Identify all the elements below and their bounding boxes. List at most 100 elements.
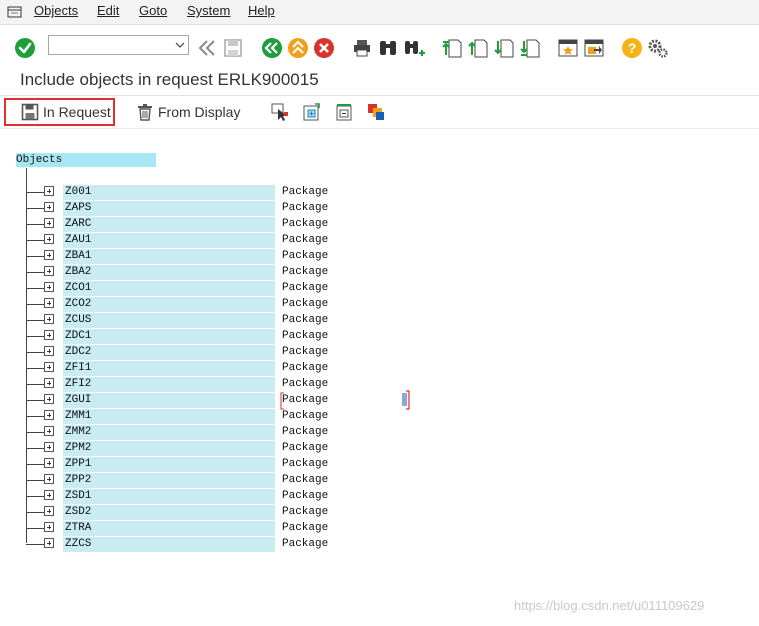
expand-all-icon[interactable]	[302, 102, 322, 122]
save-icon	[21, 103, 39, 121]
tree-connector	[26, 336, 44, 337]
object-name[interactable]: ZAPS	[63, 201, 275, 216]
application-toolbar: In Request From Display	[0, 96, 759, 128]
object-name[interactable]: ZFI2	[63, 377, 275, 392]
enter-icon[interactable]	[14, 37, 36, 59]
tree-connector	[26, 240, 44, 241]
object-name[interactable]: ZZCS	[63, 537, 275, 552]
find-next-icon[interactable]	[403, 37, 425, 59]
expand-icon[interactable]	[44, 522, 54, 532]
last-page-icon[interactable]	[519, 37, 541, 59]
object-type: Package	[282, 474, 329, 486]
page-title: Include objects in request ERLK900015	[20, 70, 319, 89]
expand-icon[interactable]	[44, 410, 54, 420]
tree-connector	[26, 432, 44, 433]
new-session-icon[interactable]	[557, 37, 579, 59]
menu-goto[interactable]: Goto	[139, 3, 167, 18]
object-name[interactable]: ZPP1	[63, 457, 275, 472]
object-name[interactable]: ZCO2	[63, 297, 275, 312]
object-type: Package	[282, 458, 329, 470]
menu-help[interactable]: Help	[248, 3, 275, 18]
tree-connector	[26, 272, 44, 273]
object-name[interactable]: ZARC	[63, 217, 275, 232]
expand-icon[interactable]	[44, 394, 54, 404]
tree-connector	[26, 416, 44, 417]
object-name[interactable]: ZDC1	[63, 329, 275, 344]
expand-icon[interactable]	[44, 330, 54, 340]
exit-icon[interactable]	[287, 37, 309, 59]
expand-icon[interactable]	[44, 346, 54, 356]
expand-icon[interactable]	[44, 234, 54, 244]
expand-icon[interactable]	[44, 186, 54, 196]
tree-connector	[26, 192, 44, 193]
trash-icon	[138, 104, 152, 121]
print-icon[interactable]	[351, 37, 373, 59]
help-icon[interactable]: ?	[621, 37, 643, 59]
object-name[interactable]: ZMM1	[63, 409, 275, 424]
object-name[interactable]: ZPM2	[63, 441, 275, 456]
object-type: Package	[282, 490, 329, 502]
tree-connector	[26, 448, 44, 449]
in-request-button[interactable]: In Request	[4, 98, 115, 126]
expand-icon[interactable]	[44, 362, 54, 372]
expand-icon[interactable]	[44, 474, 54, 484]
expand-icon[interactable]	[44, 250, 54, 260]
collapse-all-icon[interactable]	[334, 102, 354, 122]
menu-objects[interactable]: Objects	[34, 3, 78, 18]
expand-icon[interactable]	[44, 426, 54, 436]
object-name[interactable]: ZSD1	[63, 489, 275, 504]
menu-edit[interactable]: Edit	[97, 3, 119, 18]
object-name[interactable]: Z001	[63, 185, 275, 200]
next-page-icon[interactable]	[493, 37, 515, 59]
expand-icon[interactable]	[44, 490, 54, 500]
previous-page-icon[interactable]	[467, 37, 489, 59]
cancel-icon[interactable]	[313, 37, 335, 59]
object-name[interactable]: ZCO1	[63, 281, 275, 296]
object-name[interactable]: ZBA2	[63, 265, 275, 280]
command-input[interactable]	[52, 37, 174, 55]
find-icon[interactable]	[377, 37, 399, 59]
object-type: Package	[282, 442, 329, 454]
object-name[interactable]: ZBA1	[63, 249, 275, 264]
tree-connector	[26, 288, 44, 289]
tree-connector	[26, 528, 44, 529]
expand-icon[interactable]	[44, 314, 54, 324]
chevron-down-icon[interactable]	[175, 41, 185, 49]
object-name[interactable]: ZPP2	[63, 473, 275, 488]
object-name[interactable]: ZGUI	[63, 393, 275, 408]
tree-connector	[26, 464, 44, 465]
object-name[interactable]: ZFI1	[63, 361, 275, 376]
color-legend-icon[interactable]	[366, 102, 386, 122]
expand-icon[interactable]	[44, 218, 54, 228]
expand-icon[interactable]	[44, 282, 54, 292]
object-name[interactable]: ZDC2	[63, 345, 275, 360]
save-icon[interactable]	[222, 37, 244, 59]
expand-icon[interactable]	[44, 266, 54, 276]
object-name[interactable]: ZSD2	[63, 505, 275, 520]
back-double-icon[interactable]	[196, 37, 218, 59]
expand-icon[interactable]	[44, 458, 54, 468]
expand-icon[interactable]	[44, 506, 54, 516]
command-field[interactable]	[48, 35, 189, 55]
expand-icon[interactable]	[44, 202, 54, 212]
object-type: Package	[282, 506, 329, 518]
first-page-icon[interactable]	[441, 37, 463, 59]
menu-system[interactable]: System	[187, 3, 230, 18]
object-name[interactable]: ZTRA	[63, 521, 275, 536]
expand-icon[interactable]	[44, 378, 54, 388]
object-name[interactable]: ZAU1	[63, 233, 275, 248]
expand-icon[interactable]	[44, 538, 54, 548]
select-cursor-icon[interactable]	[270, 102, 290, 122]
divider	[0, 128, 759, 129]
customize-layout-icon[interactable]	[647, 37, 669, 59]
object-name[interactable]: ZMM2	[63, 425, 275, 440]
from-display-button[interactable]: From Display	[134, 98, 240, 126]
back-icon[interactable]	[261, 37, 283, 59]
menu-list-icon[interactable]	[7, 5, 23, 19]
expand-icon[interactable]	[44, 442, 54, 452]
tree-connector	[26, 400, 44, 401]
expand-icon[interactable]	[44, 298, 54, 308]
shortcut-icon[interactable]	[583, 37, 605, 59]
object-name[interactable]: ZCUS	[63, 313, 275, 328]
object-type: Package	[282, 538, 329, 550]
